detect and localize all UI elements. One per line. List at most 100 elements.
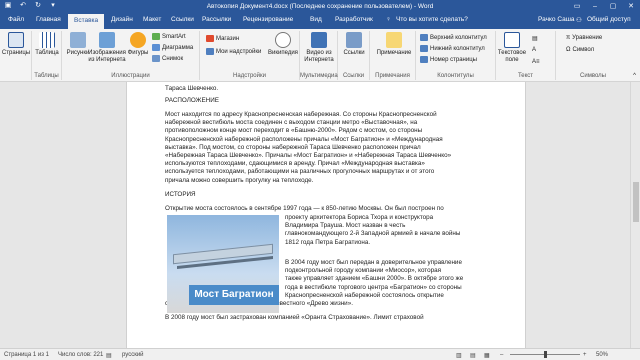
group-tables: Таблица Таблицы bbox=[32, 31, 62, 80]
zoom-out-icon[interactable]: – bbox=[500, 352, 503, 358]
paragraph-2004-wrap: В 2004 году мост был передан в доверител… bbox=[285, 259, 464, 299]
group-comments: Примечание Примечания bbox=[370, 31, 416, 80]
equation-button[interactable]: π Уравнение bbox=[566, 35, 602, 41]
ribbon-tabs: Файл Главная Вставка Дизайн Макет Ссылки… bbox=[0, 13, 640, 29]
online-pictures-button[interactable]: Изображения из Интернета bbox=[88, 32, 126, 64]
maximize-icon[interactable]: ▢ bbox=[604, 0, 622, 13]
chart-icon bbox=[152, 44, 160, 51]
picture-icon bbox=[70, 32, 86, 48]
footer-button[interactable]: Нижний колонтитул bbox=[420, 45, 485, 52]
window-controls: ▭ – ▢ ✕ bbox=[568, 0, 640, 13]
tab-home[interactable]: Главная bbox=[36, 16, 61, 23]
store-icon bbox=[206, 35, 214, 42]
header-button[interactable]: Верхний колонтитул bbox=[420, 34, 487, 41]
group-illustrations: Рисунки Изображения из Интернета Фигуры … bbox=[62, 31, 200, 80]
shapes-button[interactable]: Фигуры bbox=[124, 32, 152, 57]
store-button[interactable]: Магазин bbox=[206, 35, 239, 42]
group-media: Видео из Интернета Мультимедиа bbox=[300, 31, 338, 80]
tab-insert[interactable]: Вставка bbox=[68, 14, 105, 29]
addins-icon bbox=[206, 48, 214, 55]
zoom-slider[interactable] bbox=[510, 351, 580, 358]
table-button[interactable]: Таблица bbox=[32, 32, 62, 57]
tell-me-input[interactable]: Что вы хотите сделать? bbox=[396, 16, 468, 23]
online-video-button[interactable]: Видео из Интернета bbox=[303, 32, 335, 64]
minimize-icon[interactable]: – bbox=[586, 0, 604, 13]
title-bar: ▣ ↶ ↻ ▾ Автокопия Документ4.docx (Послед… bbox=[0, 0, 640, 13]
link-icon bbox=[346, 32, 362, 48]
proofing-icon[interactable]: ▤ bbox=[106, 352, 112, 359]
comment-icon bbox=[386, 32, 402, 48]
heading-history: ИСТОРИЯ bbox=[165, 191, 196, 198]
online-picture-icon bbox=[99, 32, 115, 48]
word-count[interactable]: Число слов: 221 bbox=[58, 352, 103, 358]
scrollbar-thumb[interactable] bbox=[633, 182, 639, 222]
page-indicator[interactable]: Страница 1 из 1 bbox=[4, 352, 49, 358]
text-box-icon bbox=[504, 32, 520, 48]
group-text: Текстовое поле ▤ A A≡ Текст bbox=[496, 31, 556, 80]
table-icon bbox=[39, 32, 55, 48]
ribbon: Страницы Таблица Таблицы Рисунки Изображ… bbox=[0, 29, 640, 82]
comment-button[interactable]: Примечание bbox=[374, 32, 414, 57]
my-addins-button[interactable]: Мои надстройки bbox=[206, 48, 261, 55]
web-layout-icon[interactable]: ▦ bbox=[484, 352, 490, 359]
paragraph-history-wrap: проекту архитектора Бориса Тхора и конст… bbox=[285, 214, 461, 246]
user-name[interactable]: Рачко Саша bbox=[538, 16, 575, 23]
tab-layout[interactable]: Макет bbox=[143, 16, 161, 23]
tab-review[interactable]: Рецензирование bbox=[243, 16, 293, 23]
text-box-button[interactable]: Текстовое поле bbox=[497, 32, 527, 64]
zoom-level[interactable]: 50% bbox=[596, 352, 608, 358]
smartart-button[interactable]: SmartArt bbox=[152, 33, 186, 40]
wikipedia-icon bbox=[275, 32, 291, 48]
paragraph-history-first: Открытие моста состоялось в сентябре 199… bbox=[165, 205, 444, 212]
quick-parts-icon[interactable]: ▤ bbox=[532, 35, 538, 42]
ribbon-options-icon[interactable]: ▭ bbox=[568, 0, 586, 13]
shapes-icon bbox=[130, 32, 146, 48]
zoom-slider-knob[interactable] bbox=[544, 351, 547, 358]
read-mode-icon[interactable]: ▥ bbox=[456, 352, 462, 359]
print-layout-icon[interactable]: ▤ bbox=[470, 352, 476, 359]
tab-view[interactable]: Вид bbox=[310, 16, 322, 23]
tab-file[interactable]: Файл bbox=[8, 16, 24, 23]
close-icon[interactable]: ✕ bbox=[622, 0, 640, 13]
document-area: Тараса Шевченко. РАСПОЛОЖЕНИЕ Мост наход… bbox=[0, 82, 640, 348]
tab-developer[interactable]: Разработчик bbox=[335, 16, 373, 23]
header-icon bbox=[420, 34, 428, 41]
group-symbols: π Уравнение Ω Символ Символы bbox=[566, 35, 606, 79]
symbol-button[interactable]: Ω Символ bbox=[566, 47, 594, 53]
group-header-footer: Верхний колонтитул Нижний колонтитул Ном… bbox=[416, 31, 496, 80]
pi-icon: π bbox=[566, 35, 571, 41]
zoom-in-icon[interactable]: + bbox=[583, 352, 587, 358]
wikipedia-button[interactable]: Википедия bbox=[268, 32, 298, 57]
pages-button[interactable]: Страницы bbox=[1, 32, 31, 57]
pages-icon bbox=[8, 32, 24, 48]
chart-button[interactable]: Диаграмма bbox=[152, 44, 193, 51]
smartart-icon bbox=[152, 33, 160, 40]
tab-mailings[interactable]: Рассылки bbox=[202, 16, 231, 23]
share-icon[interactable]: ⚇ bbox=[576, 16, 582, 24]
partial-text-line: Тараса Шевченко. bbox=[165, 85, 219, 92]
group-links: Ссылки Ссылки bbox=[338, 31, 370, 80]
tab-design[interactable]: Дизайн bbox=[111, 16, 133, 23]
wordart-icon[interactable]: A bbox=[532, 47, 536, 53]
collapse-ribbon-icon[interactable]: ^ bbox=[633, 73, 636, 79]
page-number-icon bbox=[420, 56, 428, 63]
paragraph-2008: В 2008 году мост был застрахован компани… bbox=[165, 314, 424, 321]
group-pages: Страницы bbox=[0, 31, 32, 80]
screenshot-button[interactable]: Снимок bbox=[152, 55, 183, 62]
group-addins: Магазин Мои надстройки Википедия Надстро… bbox=[200, 31, 300, 80]
share-button[interactable]: Общий доступ bbox=[587, 16, 631, 23]
drop-cap-icon[interactable]: A≡ bbox=[532, 59, 540, 65]
lightbulb-icon: ♀ bbox=[386, 16, 391, 23]
tab-references[interactable]: Ссылки bbox=[171, 16, 194, 23]
video-icon bbox=[311, 32, 327, 48]
vertical-scrollbar[interactable] bbox=[630, 82, 640, 348]
status-bar: Страница 1 из 1 Число слов: 221 ▤ русски… bbox=[0, 348, 640, 360]
links-button[interactable]: Ссылки bbox=[339, 32, 369, 57]
page-number-button[interactable]: Номер страницы bbox=[420, 56, 477, 63]
document-page[interactable]: Тараса Шевченко. РАСПОЛОЖЕНИЕ Мост наход… bbox=[126, 82, 526, 348]
language-indicator[interactable]: русский bbox=[122, 352, 144, 358]
paragraph-location: Мост находится по адресу Краснопресненск… bbox=[165, 111, 452, 184]
window-title: Автокопия Документ4.docx (Последнее сохр… bbox=[206, 3, 434, 10]
bridge-photo[interactable]: Мост Багратион bbox=[167, 215, 279, 313]
footer-icon bbox=[420, 45, 428, 52]
